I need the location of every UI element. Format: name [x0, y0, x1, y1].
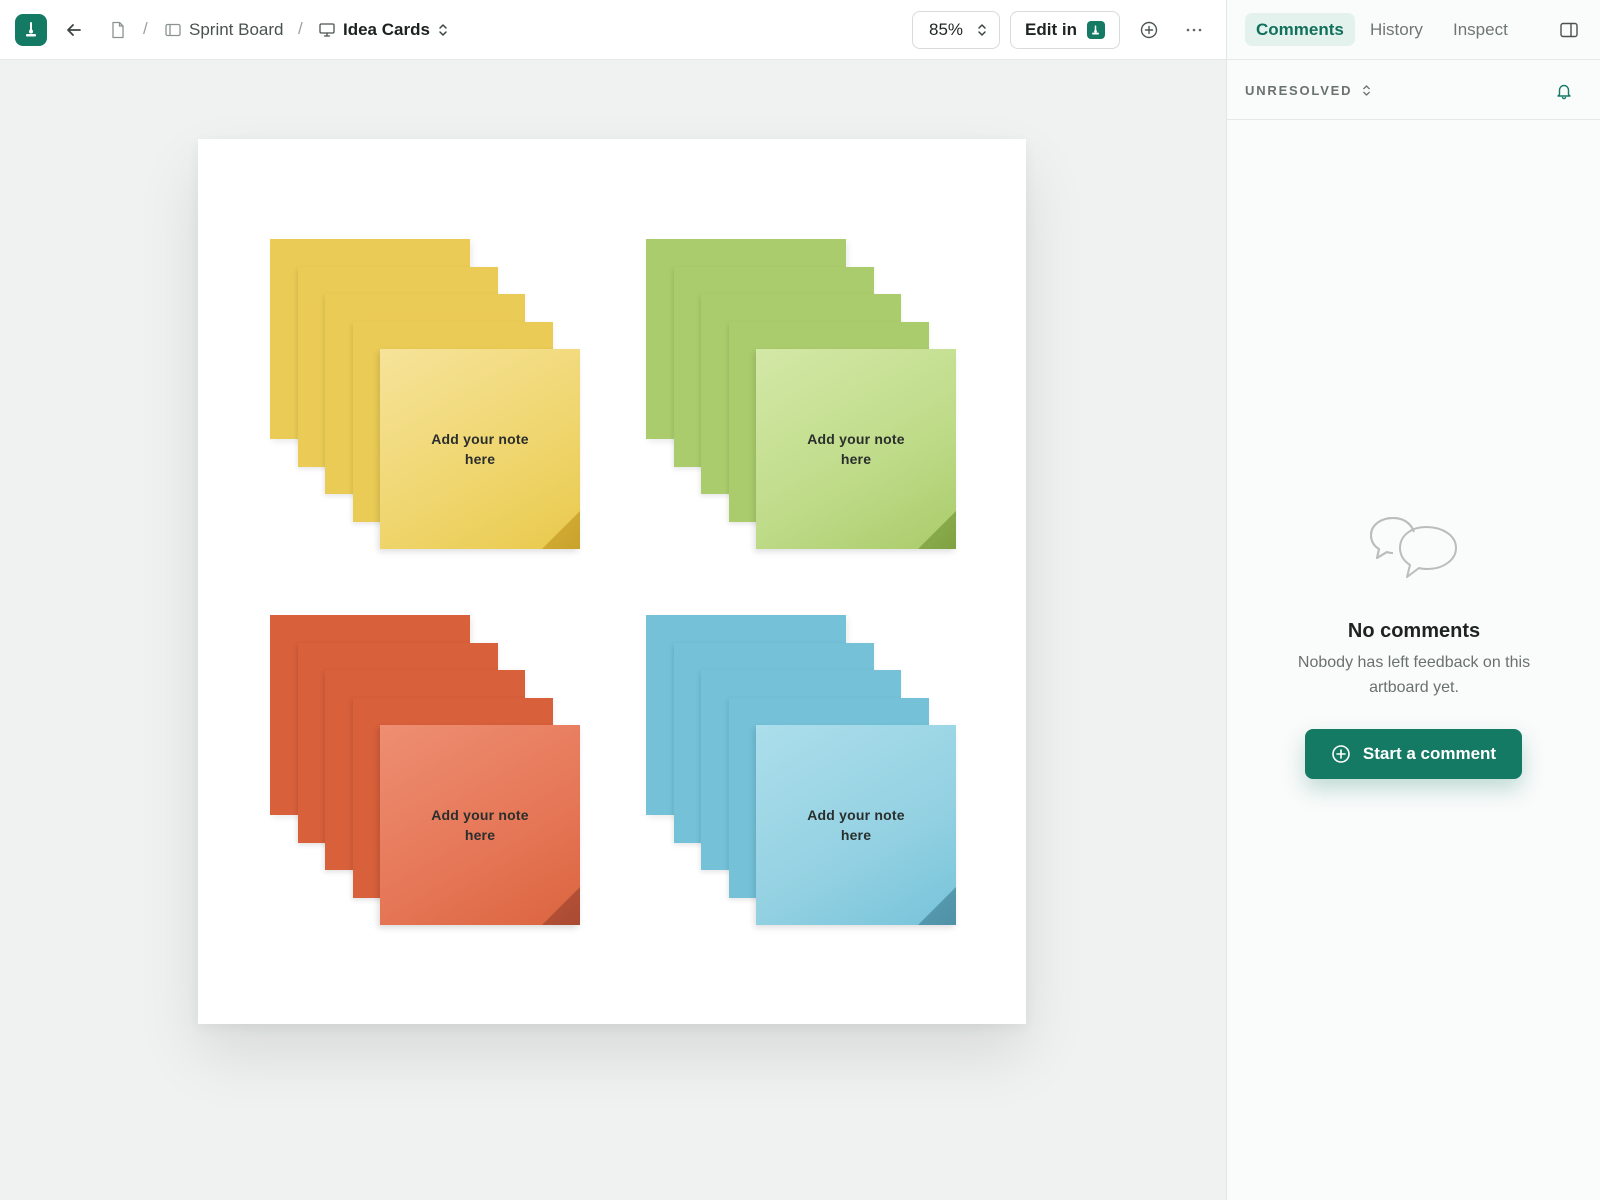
- note-text[interactable]: Add your note here: [801, 805, 911, 845]
- note-stack-yellow[interactable]: Add your note here: [270, 239, 580, 549]
- tab-inspect[interactable]: Inspect: [1442, 13, 1519, 46]
- bell-icon[interactable]: [1551, 78, 1577, 104]
- back-arrow-icon[interactable]: [60, 16, 88, 44]
- sticky-note-yellow[interactable]: Add your note here: [380, 349, 580, 549]
- chevron-updown-icon: [978, 24, 986, 36]
- app-logo-icon: [1086, 21, 1105, 39]
- note-text[interactable]: Add your note here: [801, 429, 911, 469]
- app-logo-icon[interactable]: [15, 14, 47, 46]
- add-circle-icon: [1332, 745, 1350, 763]
- empty-state-description: Nobody has left feedback on this artboar…: [1297, 654, 1531, 696]
- page-curl-icon: [918, 511, 956, 549]
- sticky-note-green[interactable]: Add your note here: [756, 349, 956, 549]
- breadcrumb-artboard-label: Idea Cards: [343, 20, 430, 39]
- speech-bubbles-icon: [1370, 517, 1457, 578]
- monitor-icon: [319, 23, 335, 37]
- edit-in-app-button[interactable]: Edit in: [1010, 11, 1120, 49]
- canvas[interactable]: Add your note here Add your note here Ad…: [0, 60, 1226, 1200]
- note-text[interactable]: Add your note here: [425, 805, 535, 845]
- more-options-icon[interactable]: [1180, 16, 1208, 44]
- panel-tabs: Comments History Inspect: [1227, 0, 1600, 60]
- board-icon: [165, 23, 181, 37]
- breadcrumb-separator: /: [298, 19, 303, 38]
- top-bar: / Sprint Board / Idea Cards 85% Edit in: [0, 0, 1226, 60]
- note-text[interactable]: Add your note here: [425, 429, 535, 469]
- zoom-value: 85%: [929, 20, 964, 39]
- note-stack-blue[interactable]: Add your note here: [646, 615, 956, 925]
- breadcrumb-project-label: Sprint Board: [189, 20, 284, 39]
- tab-comments[interactable]: Comments: [1245, 13, 1355, 46]
- chevron-updown-icon: [1363, 84, 1371, 96]
- breadcrumb-project[interactable]: Sprint Board: [165, 18, 284, 42]
- sticky-note-red[interactable]: Add your note here: [380, 725, 580, 925]
- edit-in-label: Edit in: [1025, 20, 1077, 39]
- page-curl-icon: [918, 887, 956, 925]
- comment-filter-select[interactable]: UNRESOLVED: [1245, 80, 1371, 100]
- chevron-updown-icon: [439, 24, 447, 36]
- start-comment-label: Start a comment: [1362, 744, 1497, 763]
- comment-filter-label: UNRESOLVED: [1245, 82, 1353, 98]
- comment-filter-row: UNRESOLVED: [1227, 60, 1600, 120]
- file-icon[interactable]: [110, 21, 128, 39]
- add-circle-icon[interactable]: [1135, 16, 1163, 44]
- note-stack-green[interactable]: Add your note here: [646, 239, 956, 549]
- page-curl-icon: [542, 887, 580, 925]
- breadcrumb-artboard[interactable]: Idea Cards: [319, 18, 448, 42]
- tab-history[interactable]: History: [1359, 13, 1434, 46]
- empty-state-title: No comments: [1347, 620, 1481, 642]
- page-curl-icon: [542, 511, 580, 549]
- breadcrumb-separator: /: [143, 19, 148, 38]
- comments-panel: Comments History Inspect UNRESOLVED No c…: [1226, 0, 1600, 1200]
- sticky-note-blue[interactable]: Add your note here: [756, 725, 956, 925]
- note-stack-red[interactable]: Add your note here: [270, 615, 580, 925]
- panel-toggle-icon[interactable]: [1555, 16, 1583, 44]
- artboard[interactable]: Add your note here Add your note here Ad…: [198, 139, 1026, 1024]
- zoom-select[interactable]: 85%: [912, 11, 1000, 49]
- start-comment-button[interactable]: Start a comment: [1305, 729, 1522, 779]
